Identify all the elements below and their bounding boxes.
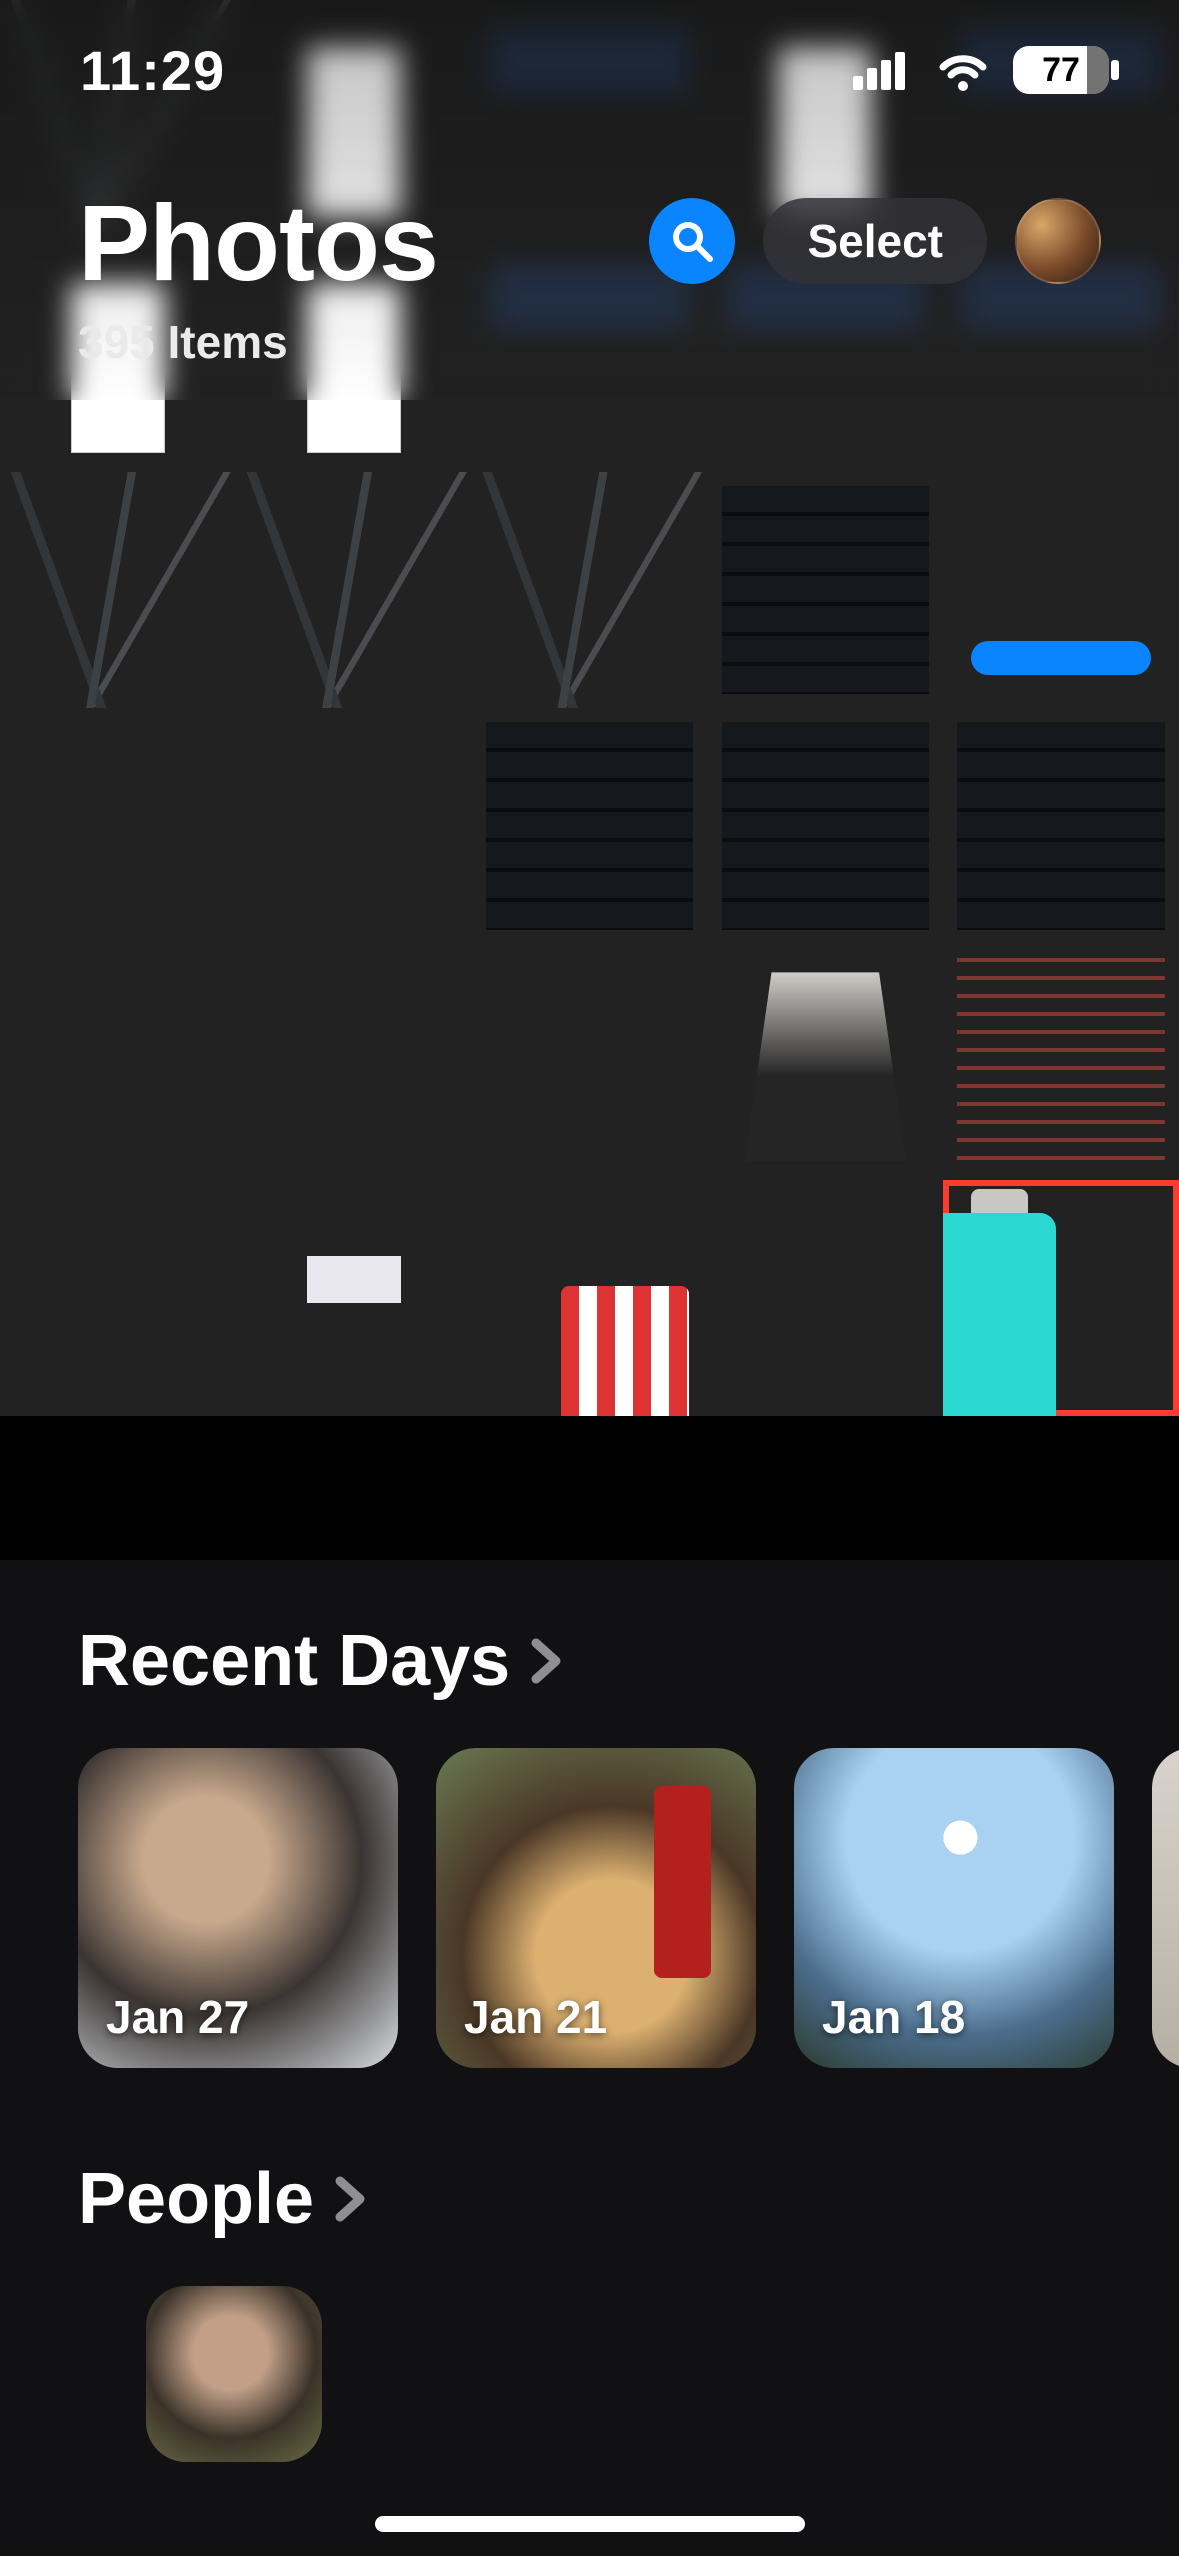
recent-day-card[interactable]: Jan 21	[436, 1748, 756, 2068]
photo-thumbnail[interactable]	[707, 472, 943, 708]
photo-thumbnail[interactable]	[236, 472, 472, 708]
cellular-icon	[853, 50, 913, 90]
photo-thumbnail[interactable]	[707, 944, 943, 1180]
home-indicator[interactable]	[375, 2516, 805, 2532]
photo-thumbnail[interactable]	[0, 1180, 236, 1416]
status-time: 11:29	[80, 38, 225, 103]
photo-thumbnail[interactable]	[236, 708, 472, 944]
photo-thumbnail[interactable]	[943, 472, 1179, 708]
wifi-icon	[935, 49, 991, 91]
photo-thumbnail[interactable]	[943, 944, 1179, 1180]
people-strip[interactable]	[0, 2286, 1179, 2462]
person-avatar[interactable]	[146, 2286, 322, 2462]
photo-thumbnail[interactable]	[472, 472, 708, 708]
recent-day-card[interactable]	[1152, 1748, 1179, 2068]
photo-thumbnail[interactable]	[236, 944, 472, 1180]
photo-thumbnail[interactable]	[0, 708, 236, 944]
search-icon	[670, 219, 714, 263]
item-count: 395 Items	[78, 315, 438, 369]
people-header[interactable]: People	[0, 2158, 1179, 2240]
people-title: People	[78, 2158, 314, 2240]
recent-days-header[interactable]: Recent Days	[0, 1620, 1179, 1702]
photo-thumbnail[interactable]	[707, 1180, 943, 1416]
status-bar: 11:29 77	[0, 0, 1179, 140]
photo-thumbnail[interactable]	[472, 1180, 708, 1416]
recent-day-label: Jan 18	[822, 1990, 965, 2044]
photo-thumbnail-selected[interactable]	[943, 1180, 1179, 1416]
photos-header: Photos 395 Items Select	[0, 180, 1179, 369]
photo-thumbnail[interactable]	[472, 944, 708, 1180]
recent-days-strip[interactable]: Jan 27 Jan 21 Jan 18	[0, 1748, 1179, 2068]
chevron-right-icon	[528, 1637, 568, 1685]
photo-thumbnail[interactable]	[236, 1180, 472, 1416]
recent-days-title: Recent Days	[78, 1620, 510, 1702]
photo-thumbnail[interactable]	[943, 708, 1179, 944]
recent-day-card[interactable]: Jan 18	[794, 1748, 1114, 2068]
select-label: Select	[807, 214, 943, 268]
battery-indicator: 77	[1013, 46, 1109, 94]
photo-thumbnail[interactable]	[0, 944, 236, 1180]
photo-thumbnail[interactable]	[0, 472, 236, 708]
select-button[interactable]: Select	[763, 198, 987, 284]
battery-percent: 77	[1042, 51, 1080, 90]
recent-day-label: Jan 21	[464, 1990, 607, 2044]
app-title: Photos	[78, 180, 438, 305]
recent-day-card[interactable]: Jan 27	[78, 1748, 398, 2068]
photo-thumbnail[interactable]	[472, 708, 708, 944]
chevron-right-icon	[332, 2175, 372, 2223]
profile-avatar-button[interactable]	[1015, 198, 1101, 284]
photo-thumbnail[interactable]	[707, 708, 943, 944]
search-button[interactable]	[649, 198, 735, 284]
recent-day-label: Jan 27	[106, 1990, 249, 2044]
